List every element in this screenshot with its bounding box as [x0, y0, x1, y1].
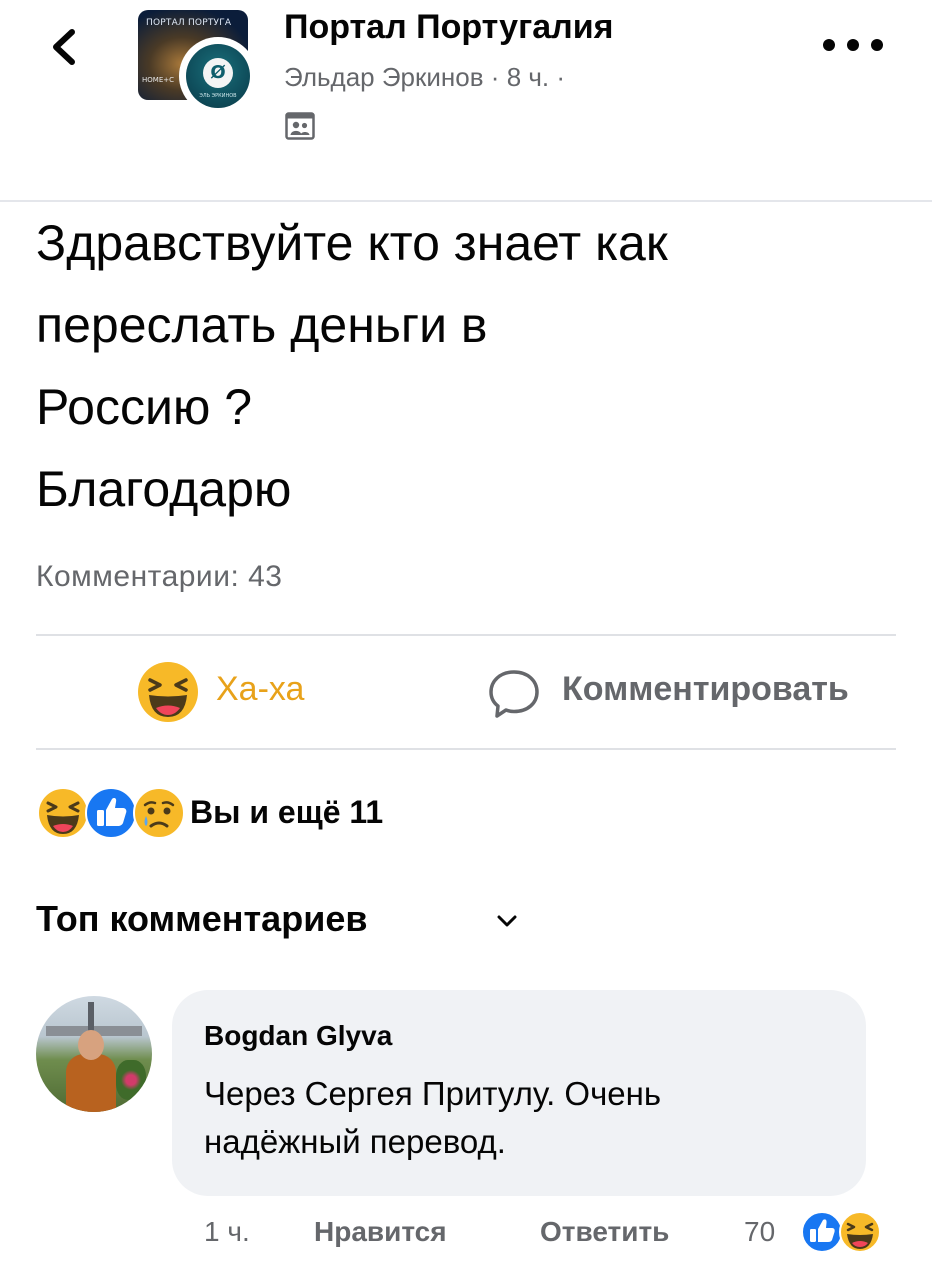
people-icon: [285, 112, 315, 140]
post-meta: Эльдар Эркинов · 8 ч. ·: [284, 62, 565, 93]
post-text-line: Здравствуйте кто знает как: [36, 215, 668, 271]
top-comments-label: Топ комментариев: [36, 898, 368, 939]
haha-icon[interactable]: [838, 1210, 882, 1254]
back-arrow-icon[interactable]: [40, 22, 90, 72]
like-icon: [85, 787, 137, 839]
haha-icon: [138, 662, 198, 722]
post-text-line: Благодарю: [36, 461, 292, 517]
comment-button[interactable]: Комментировать: [486, 660, 906, 726]
author-avatar-text: ЭЛЬ ЭРКИНОВ: [199, 93, 237, 99]
reactions-summary[interactable]: Вы и ещё 11: [36, 784, 456, 844]
meta-separator: ·: [490, 62, 500, 92]
group-avatar-text: ПОРТАЛ ПОРТУГА: [146, 18, 232, 28]
comment-time[interactable]: 1 ч.: [204, 1216, 250, 1248]
haha-reaction-button[interactable]: Ха-ха: [132, 660, 352, 726]
chevron-down-icon: [497, 915, 517, 927]
comment-text-line: надёжный перевод.: [204, 1123, 506, 1160]
haha-label: Ха-ха: [216, 670, 305, 708]
comment-text: Через Сергея Притулу. Очень надёжный пер…: [204, 1070, 854, 1166]
comments-count[interactable]: Комментарии: 43: [36, 560, 283, 594]
sad-icon: [133, 787, 185, 839]
haha-icon: [37, 787, 89, 839]
more-icon[interactable]: [818, 34, 888, 56]
top-comments-sort[interactable]: Топ комментариев: [36, 898, 556, 948]
comment-reaction-count[interactable]: 70: [744, 1216, 775, 1248]
comment-actions: 1 ч. Нравится Ответить 70: [204, 1210, 904, 1262]
divider: [36, 748, 896, 750]
author-avatar-logo: Ø: [203, 58, 233, 88]
group-name[interactable]: Портал Португалия: [284, 8, 613, 47]
comment-label: Комментировать: [562, 670, 849, 708]
post-text-line: Россию ?: [36, 379, 253, 435]
commenter-avatar[interactable]: [36, 996, 152, 1112]
post-text-line: переслать деньги в: [36, 297, 488, 353]
comment-reply-button[interactable]: Ответить: [540, 1216, 669, 1248]
author-avatar[interactable]: Ø ЭЛЬ ЭРКИНОВ: [182, 40, 254, 112]
post-time[interactable]: 8 ч.: [507, 62, 549, 92]
group-avatar-subtext: HOME+C: [142, 76, 174, 84]
comment-text-line: Через Сергея Притулу. Очень: [204, 1075, 662, 1112]
comment-author[interactable]: Bogdan Glyva: [204, 1020, 392, 1052]
author-name[interactable]: Эльдар Эркинов: [284, 62, 484, 92]
comment-icon: [489, 670, 539, 718]
post-text: Здравствуйте кто знает как переслать ден…: [36, 202, 916, 530]
meta-separator-2: ·: [556, 62, 566, 92]
comment-like-button[interactable]: Нравится: [314, 1216, 447, 1248]
reactions-summary-label: Вы и ещё 11: [190, 794, 384, 830]
divider: [36, 634, 896, 636]
